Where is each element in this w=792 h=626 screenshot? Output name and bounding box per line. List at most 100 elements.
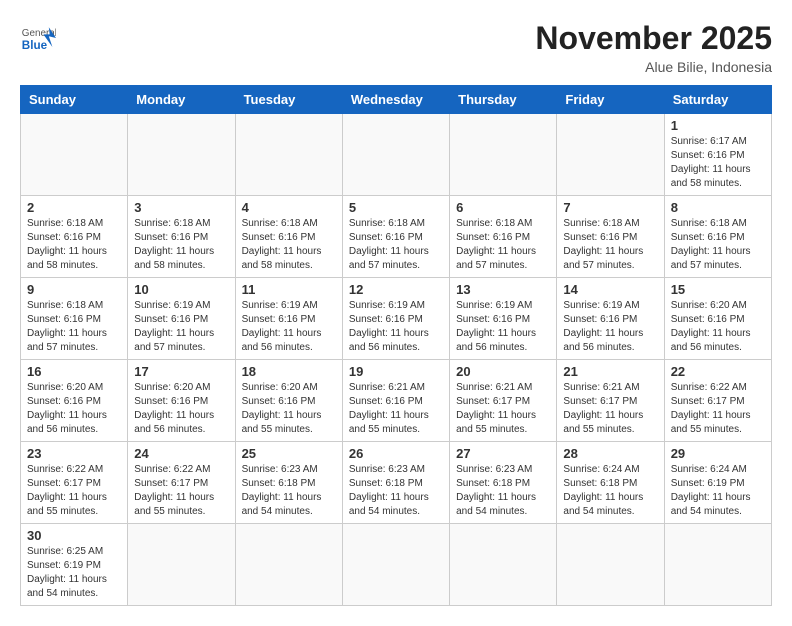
day-number: 21 (563, 364, 657, 379)
calendar-week-5: 23 Sunrise: 6:22 AM Sunset: 6:17 PM Dayli… (21, 442, 772, 524)
svg-text:Blue: Blue (22, 39, 48, 52)
day-info: Sunrise: 6:18 AM Sunset: 6:16 PM Dayligh… (671, 217, 765, 273)
calendar-cell: 17Sunrise: 6:20 AM Sunset: 6:16 PM Dayli… (128, 360, 235, 442)
day-number: 29 (671, 446, 765, 461)
weekday-header-sunday: Sunday (21, 86, 128, 114)
title-area: November 2025 Alue Bilie, Indonesia (535, 20, 772, 75)
calendar-cell (664, 524, 771, 606)
day-info: Sunrise: 6:18 AM Sunset: 6:16 PM Dayligh… (349, 217, 443, 273)
calendar-cell (235, 114, 342, 196)
calendar-cell: 6 Sunrise: 6:18 AM Sunset: 6:16 PM Daylig… (450, 196, 557, 278)
day-number: 25 (242, 446, 336, 461)
day-info: Sunrise: 6:19 AM Sunset: 6:16 PM Dayligh… (456, 299, 550, 355)
day-number: 16 (27, 364, 121, 379)
calendar-cell: 21 Sunrise: 6:21 AM Sunset: 6:17 PM Dayli… (557, 360, 664, 442)
day-info: Sunrise: 6:20 AM Sunset: 6:16 PM Dayligh… (671, 299, 765, 355)
calendar-cell: 11 Sunrise: 6:19 AM Sunset: 6:16 PM Dayli… (235, 278, 342, 360)
day-number: 11 (242, 282, 336, 297)
day-info: Sunrise: 6:20 AM Sunset: 6:16 PM Dayligh… (27, 381, 121, 437)
day-number: 8 (671, 200, 765, 215)
calendar-cell: 13 Sunrise: 6:19 AM Sunset: 6:16 PM Dayli… (450, 278, 557, 360)
day-info: Sunrise: 6:25 AM Sunset: 6:19 PM Dayligh… (27, 545, 121, 601)
day-number: 18 (242, 364, 336, 379)
day-number: 27 (456, 446, 550, 461)
calendar-cell (128, 114, 235, 196)
calendar-cell: 24 Sunrise: 6:22 AM Sunset: 6:17 PM Dayli… (128, 442, 235, 524)
day-info: Sunrise: 6:24 AM Sunset: 6:19 PM Dayligh… (671, 463, 765, 519)
weekday-header-wednesday: Wednesday (342, 86, 449, 114)
day-info: Sunrise: 6:18 AM Sunset: 6:16 PM Dayligh… (456, 217, 550, 273)
calendar-cell (557, 524, 664, 606)
calendar-cell: 10Sunrise: 6:19 AM Sunset: 6:16 PM Dayli… (128, 278, 235, 360)
day-number: 4 (242, 200, 336, 215)
calendar-week-3: 9Sunrise: 6:18 AM Sunset: 6:16 PM Daylig… (21, 278, 772, 360)
calendar-cell (128, 524, 235, 606)
calendar-cell: 30 Sunrise: 6:25 AM Sunset: 6:19 PM Dayli… (21, 524, 128, 606)
day-number: 28 (563, 446, 657, 461)
calendar-cell: 5Sunrise: 6:18 AM Sunset: 6:16 PM Daylig… (342, 196, 449, 278)
calendar-cell: 25 Sunrise: 6:23 AM Sunset: 6:18 PM Dayli… (235, 442, 342, 524)
day-info: Sunrise: 6:18 AM Sunset: 6:16 PM Dayligh… (134, 217, 228, 273)
day-number: 9 (27, 282, 121, 297)
calendar-week-1: 1 Sunrise: 6:17 AM Sunset: 6:16 PM Daylig… (21, 114, 772, 196)
day-info: Sunrise: 6:18 AM Sunset: 6:16 PM Dayligh… (242, 217, 336, 273)
day-number: 15 (671, 282, 765, 297)
day-number: 14 (563, 282, 657, 297)
logo-icon: General Blue (20, 20, 56, 56)
weekday-header-thursday: Thursday (450, 86, 557, 114)
day-info: Sunrise: 6:17 AM Sunset: 6:16 PM Dayligh… (671, 135, 765, 191)
weekday-header-friday: Friday (557, 86, 664, 114)
day-info: Sunrise: 6:24 AM Sunset: 6:18 PM Dayligh… (563, 463, 657, 519)
calendar-cell (557, 114, 664, 196)
calendar-cell: 9Sunrise: 6:18 AM Sunset: 6:16 PM Daylig… (21, 278, 128, 360)
weekday-header-saturday: Saturday (664, 86, 771, 114)
calendar-cell: 20Sunrise: 6:21 AM Sunset: 6:17 PM Dayli… (450, 360, 557, 442)
calendar-cell (450, 114, 557, 196)
calendar-cell: 7 Sunrise: 6:18 AM Sunset: 6:16 PM Daylig… (557, 196, 664, 278)
calendar-cell (342, 114, 449, 196)
calendar-cell (450, 524, 557, 606)
day-info: Sunrise: 6:22 AM Sunset: 6:17 PM Dayligh… (134, 463, 228, 519)
day-number: 20 (456, 364, 550, 379)
calendar-cell (235, 524, 342, 606)
day-info: Sunrise: 6:19 AM Sunset: 6:16 PM Dayligh… (242, 299, 336, 355)
calendar-cell: 1 Sunrise: 6:17 AM Sunset: 6:16 PM Daylig… (664, 114, 771, 196)
calendar-cell: 29 Sunrise: 6:24 AM Sunset: 6:19 PM Dayli… (664, 442, 771, 524)
calendar-cell: 28 Sunrise: 6:24 AM Sunset: 6:18 PM Dayli… (557, 442, 664, 524)
day-number: 13 (456, 282, 550, 297)
calendar-cell: 15 Sunrise: 6:20 AM Sunset: 6:16 PM Dayli… (664, 278, 771, 360)
day-info: Sunrise: 6:22 AM Sunset: 6:17 PM Dayligh… (27, 463, 121, 519)
day-info: Sunrise: 6:19 AM Sunset: 6:16 PM Dayligh… (134, 299, 228, 355)
day-info: Sunrise: 6:22 AM Sunset: 6:17 PM Dayligh… (671, 381, 765, 437)
day-info: Sunrise: 6:20 AM Sunset: 6:16 PM Dayligh… (134, 381, 228, 437)
calendar-cell: 23 Sunrise: 6:22 AM Sunset: 6:17 PM Dayli… (21, 442, 128, 524)
day-info: Sunrise: 6:21 AM Sunset: 6:17 PM Dayligh… (563, 381, 657, 437)
calendar-cell: 14 Sunrise: 6:19 AM Sunset: 6:16 PM Dayli… (557, 278, 664, 360)
day-info: Sunrise: 6:20 AM Sunset: 6:16 PM Dayligh… (242, 381, 336, 437)
day-number: 6 (456, 200, 550, 215)
calendar-cell: 26Sunrise: 6:23 AM Sunset: 6:18 PM Dayli… (342, 442, 449, 524)
day-number: 30 (27, 528, 121, 543)
calendar-table: SundayMondayTuesdayWednesdayThursdayFrid… (20, 85, 772, 606)
day-info: Sunrise: 6:18 AM Sunset: 6:16 PM Dayligh… (563, 217, 657, 273)
page-header: General Blue November 2025 Alue Bilie, I… (20, 20, 772, 75)
weekday-header-tuesday: Tuesday (235, 86, 342, 114)
calendar-week-6: 30 Sunrise: 6:25 AM Sunset: 6:19 PM Dayli… (21, 524, 772, 606)
month-title: November 2025 (535, 20, 772, 57)
calendar-cell: 27 Sunrise: 6:23 AM Sunset: 6:18 PM Dayli… (450, 442, 557, 524)
calendar-cell: 19Sunrise: 6:21 AM Sunset: 6:16 PM Dayli… (342, 360, 449, 442)
day-info: Sunrise: 6:23 AM Sunset: 6:18 PM Dayligh… (242, 463, 336, 519)
day-info: Sunrise: 6:21 AM Sunset: 6:16 PM Dayligh… (349, 381, 443, 437)
calendar-cell: 12Sunrise: 6:19 AM Sunset: 6:16 PM Dayli… (342, 278, 449, 360)
day-number: 26 (349, 446, 443, 461)
calendar-cell: 3Sunrise: 6:18 AM Sunset: 6:16 PM Daylig… (128, 196, 235, 278)
day-number: 24 (134, 446, 228, 461)
day-info: Sunrise: 6:23 AM Sunset: 6:18 PM Dayligh… (456, 463, 550, 519)
day-number: 23 (27, 446, 121, 461)
day-number: 7 (563, 200, 657, 215)
day-info: Sunrise: 6:19 AM Sunset: 6:16 PM Dayligh… (349, 299, 443, 355)
day-number: 1 (671, 118, 765, 133)
weekday-header-row: SundayMondayTuesdayWednesdayThursdayFrid… (21, 86, 772, 114)
calendar-cell: 18 Sunrise: 6:20 AM Sunset: 6:16 PM Dayli… (235, 360, 342, 442)
day-info: Sunrise: 6:19 AM Sunset: 6:16 PM Dayligh… (563, 299, 657, 355)
